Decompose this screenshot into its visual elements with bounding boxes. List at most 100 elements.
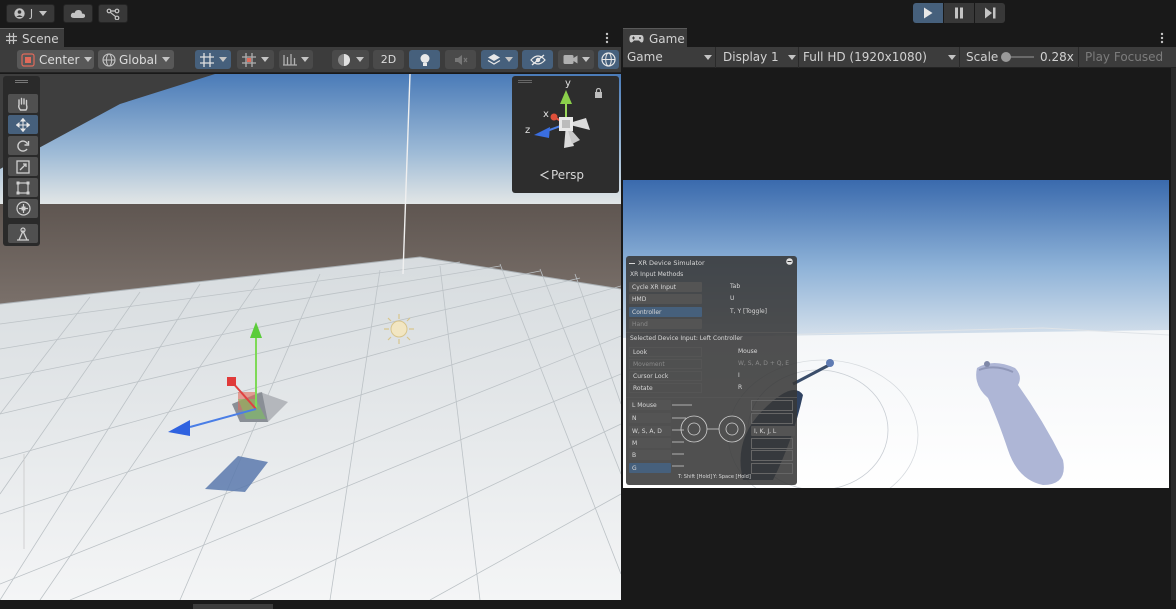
orientation-gizmo[interactable]: y x z Persp	[512, 76, 619, 193]
align-dropdown[interactable]	[279, 50, 313, 69]
grid-snap-icon	[199, 52, 214, 67]
step-button[interactable]	[975, 3, 1005, 23]
drag-handle[interactable]	[15, 80, 28, 83]
footer-left-label: T: Shift [Hold]	[678, 474, 713, 480]
account-dropdown[interactable]: J	[6, 4, 55, 23]
space-dropdown[interactable]: Global	[98, 50, 174, 69]
movement-control[interactable]: Movement	[629, 359, 702, 369]
camera-dropdown[interactable]	[558, 50, 594, 69]
kebab-menu-icon[interactable]	[1159, 32, 1165, 44]
view-select[interactable]: Game	[627, 47, 713, 67]
play-focused-toggle[interactable]: Play Focused	[1085, 47, 1163, 67]
gizmo-drag-handle[interactable]	[518, 80, 532, 83]
tab-game[interactable]: Game	[623, 28, 687, 48]
look-control[interactable]: Look	[629, 347, 702, 357]
shading-mode-icon	[338, 53, 350, 66]
gizmos-toggle[interactable]	[598, 50, 619, 69]
controller-button[interactable]: Controller	[629, 307, 702, 317]
binding-slot[interactable]	[751, 463, 793, 474]
transform-tool-button[interactable]	[8, 199, 38, 218]
binding-row[interactable]: W, S, A, D	[629, 426, 671, 436]
method-label: HMD	[632, 295, 647, 303]
divider	[626, 332, 797, 333]
chevron-down-icon	[84, 57, 93, 62]
audio-toggle[interactable]	[445, 50, 476, 69]
hmd-button[interactable]: HMD	[629, 294, 702, 304]
lighting-toggle[interactable]	[409, 50, 440, 69]
scene-toolbar: Center Global 2D	[0, 47, 621, 73]
move-tool-button[interactable]	[8, 115, 38, 134]
version-control-button[interactable]	[98, 4, 128, 23]
control-label: Look	[633, 348, 648, 356]
top-toolbar: J	[0, 0, 1176, 28]
scale-slider-thumb[interactable]	[1000, 52, 1011, 62]
binding-row[interactable]: N	[629, 413, 671, 423]
audio-muted-icon	[454, 54, 467, 65]
binding-slot[interactable]	[751, 438, 793, 449]
selected-device-label: Selected Device Input: Left Controller	[630, 335, 743, 342]
increment-snap-dropdown[interactable]	[237, 50, 274, 69]
tab-scene[interactable]: Scene	[0, 28, 64, 48]
binding-row[interactable]: B	[629, 450, 671, 460]
play-button[interactable]	[913, 3, 943, 23]
grid-snapping-toggle[interactable]	[195, 50, 231, 69]
transform-all-icon	[15, 201, 31, 216]
separator	[1078, 47, 1079, 68]
gizmo-x-label: x	[543, 109, 549, 120]
binding-slot[interactable]	[751, 450, 793, 461]
input-methods-label: XR Input Methods	[630, 271, 684, 278]
chevron-down-icon	[704, 55, 712, 60]
move-arrows-icon	[16, 117, 30, 132]
hand-button[interactable]: Hand	[629, 319, 702, 329]
control-key: R	[738, 384, 743, 391]
scale-tool-button[interactable]	[8, 157, 38, 176]
method-label: Cycle XR Input	[632, 283, 677, 291]
resolution-select[interactable]: Full HD (1920x1080)	[803, 47, 957, 67]
version-control-icon	[106, 8, 120, 20]
toggle-2d-button[interactable]: 2D	[373, 50, 404, 69]
rotate-control[interactable]: Rotate	[629, 383, 702, 393]
display-select[interactable]: Display 1	[723, 47, 797, 67]
binding-row[interactable]: L Mouse	[629, 400, 671, 410]
binding-row[interactable]: M	[629, 438, 671, 448]
scale-icon	[16, 159, 30, 174]
rect-transform-icon	[16, 181, 30, 194]
chevron-down-icon	[356, 57, 364, 62]
rect-tool-button[interactable]	[8, 178, 38, 197]
effects-dropdown[interactable]	[481, 50, 518, 69]
collapse-icon[interactable]	[629, 262, 635, 264]
binding-label: L Mouse	[632, 401, 657, 409]
perspective-icon	[540, 170, 549, 180]
pause-icon	[955, 7, 963, 19]
pause-button[interactable]	[944, 3, 974, 23]
game-view-scrollbar[interactable]	[1171, 68, 1176, 600]
gizmo-z-label: z	[525, 125, 531, 136]
gizmo-globe-icon	[601, 52, 616, 67]
draw-mode-dropdown[interactable]	[332, 50, 369, 69]
chevron-down-icon	[581, 57, 590, 62]
binding-row[interactable]: G	[629, 463, 671, 473]
bottom-tab[interactable]	[193, 604, 273, 609]
chevron-down-icon	[39, 11, 48, 16]
controller-diagram-icon	[672, 404, 746, 467]
hand-icon	[18, 97, 28, 111]
custom-tool-button[interactable]	[8, 224, 38, 243]
kebab-menu-icon[interactable]	[604, 32, 610, 44]
chevron-down-icon	[301, 57, 309, 62]
scene-viewport[interactable]: y x z Persp	[0, 74, 621, 600]
pivot-dropdown[interactable]: Center	[17, 50, 94, 69]
binding-slot[interactable]	[751, 413, 793, 424]
divider	[626, 397, 797, 398]
rotate-tool-button[interactable]	[8, 136, 38, 155]
scene-visibility-toggle[interactable]	[522, 50, 553, 69]
cloud-button[interactable]	[63, 4, 93, 23]
cycle-xr-input-button[interactable]: Cycle XR Input	[629, 282, 702, 292]
hand-tool-button[interactable]	[8, 94, 38, 113]
binding-slot[interactable]	[751, 400, 793, 411]
cursor-lock-control[interactable]: Cursor Lock	[629, 371, 702, 381]
toggle-2d-label: 2D	[380, 53, 397, 66]
binding-row-right[interactable]: I, K, J, L	[751, 426, 795, 436]
account-label: J	[29, 7, 34, 20]
minimize-icon[interactable]	[786, 258, 793, 265]
projection-toggle[interactable]: Persp	[540, 168, 584, 182]
